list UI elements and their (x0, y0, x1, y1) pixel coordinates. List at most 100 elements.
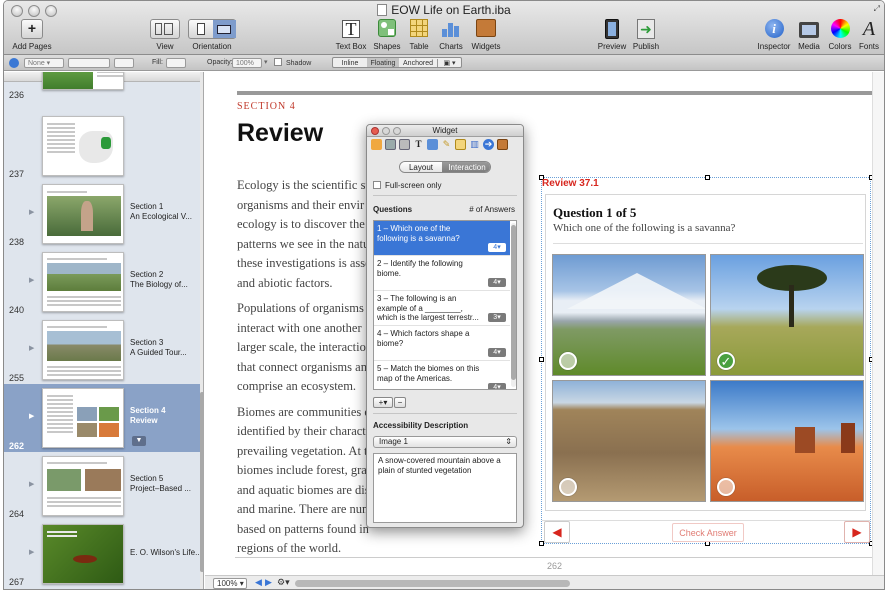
opacity-field[interactable]: 100% (232, 58, 262, 68)
page-thumbnail-row[interactable]: 237 (4, 112, 200, 180)
tab-interaction[interactable]: Interaction (442, 162, 490, 172)
stroke-color-well[interactable] (114, 58, 134, 68)
disclosure-triangle-icon[interactable]: ▶ (29, 548, 34, 556)
question-list-item[interactable]: 1 – Which one of the following is a savan… (374, 221, 510, 256)
stroke-width-select[interactable] (68, 58, 110, 68)
metrics-inspector-icon[interactable]: ✎ (441, 139, 452, 150)
body-text[interactable]: Ecology is the scientific st organisms an… (237, 176, 387, 565)
page-thumbnail-row[interactable]: ▶ Section 2 The Biology of... 240 (4, 248, 200, 316)
fullscreen-checkbox[interactable]: Full-screen only (373, 181, 441, 190)
answer-image-savanna[interactable]: ✓ (710, 254, 864, 376)
publish-button[interactable]: ➜ Publish (630, 19, 662, 51)
graphic-inspector-icon[interactable] (427, 139, 438, 150)
gear-icon[interactable]: ⚙▾ (277, 577, 290, 588)
page-thumbnail-row[interactable]: ▶ E. O. Wilson's Life... 267 (4, 520, 202, 588)
opacity-stepper-icon[interactable]: ▾ (264, 58, 268, 68)
layout-inspector-icon[interactable] (385, 139, 396, 150)
question-list-item[interactable]: 5 – Match the biomes on this map of the A… (374, 361, 510, 389)
answer-count-select[interactable]: 3▾ (488, 313, 506, 322)
style-icon[interactable] (9, 58, 19, 68)
next-question-button[interactable]: ▶ (844, 521, 870, 543)
question-list-item[interactable]: 3 – The following is an example of a ____… (374, 291, 510, 326)
remove-question-button[interactable]: − (394, 397, 406, 408)
disclosure-triangle-icon[interactable]: ▶ (29, 412, 34, 420)
resize-handle[interactable] (539, 357, 544, 362)
question-list-item[interactable]: 2 – Identify the following biome. 4▾ (374, 256, 510, 291)
answer-count-select[interactable]: 4▾ (488, 278, 506, 287)
next-page-icon[interactable]: ▶ (265, 577, 272, 588)
orientation-button[interactable]: Orientation (187, 19, 237, 51)
disclosure-triangle-icon[interactable]: ▶ (29, 208, 34, 216)
view-button[interactable]: View (148, 19, 182, 51)
answer-radio[interactable] (717, 478, 735, 496)
page-thumbnail-row[interactable]: ▶ Section 1 An Ecological V... 238 (4, 180, 200, 248)
anchored-segment[interactable]: Anchored (400, 59, 436, 67)
inspector-button[interactable]: i Inspector (756, 19, 792, 51)
document-inspector-icon[interactable] (371, 139, 382, 150)
add-pages-button[interactable]: + Add Pages (10, 19, 54, 51)
disclosure-triangle-icon[interactable]: ▶ (29, 480, 34, 488)
vertical-scrollbar[interactable] (872, 72, 884, 575)
minimize-inspector-button[interactable] (382, 127, 390, 135)
table-button[interactable]: Table (406, 19, 432, 51)
answer-image-tundra[interactable] (552, 380, 706, 502)
chevron-down-icon[interactable]: ▼ (132, 436, 146, 446)
answer-count-select[interactable]: 4▾ (488, 348, 506, 357)
charts-button[interactable]: Charts (436, 19, 466, 51)
answer-image-mountain[interactable] (552, 254, 706, 376)
publish-icon: ➜ (637, 19, 655, 39)
page-thumbnail-row[interactable]: Introduction to Eco... 236 (4, 72, 200, 112)
answer-image-desert[interactable] (710, 380, 864, 502)
page-thumbnail-row[interactable]: ▶ Section 3A Guided Tour... 255 (4, 316, 200, 384)
text-box-button[interactable]: T Text Box (334, 19, 368, 51)
shadow-checkbox[interactable]: Shadow (274, 58, 311, 68)
answer-count-select[interactable]: 4▾ (488, 383, 506, 389)
scrollbar-thumb[interactable] (200, 392, 203, 572)
fullscreen-icon[interactable]: ⤢ (874, 4, 880, 14)
shapes-button[interactable]: Shapes (372, 19, 402, 51)
answer-count-select[interactable]: 4▾ (488, 243, 506, 252)
fonts-button[interactable]: A Fonts (856, 19, 882, 52)
zoom-select[interactable]: 100% ▾ (213, 578, 247, 589)
previous-question-button[interactable]: ◀ (544, 521, 570, 543)
media-button[interactable]: Media (796, 19, 822, 51)
wrap-inspector-icon[interactable] (399, 139, 410, 150)
wrap-options-icon[interactable]: ▣ ▾ (437, 59, 461, 67)
previous-page-icon[interactable]: ◀ (255, 577, 262, 588)
shapes-icon (378, 19, 396, 37)
page-footer-rule (235, 557, 875, 558)
check-icon[interactable]: ✓ (717, 352, 735, 370)
disclosure-triangle-icon[interactable]: ▶ (29, 344, 34, 352)
stroke-style-select[interactable]: None ▾ (24, 58, 64, 68)
accessibility-description-field[interactable]: A snow-covered mountain above a plain of… (373, 453, 517, 523)
page-thumbnail-row-selected[interactable]: ▶ Section 4 Review ▼ 262 (4, 384, 200, 452)
close-inspector-button[interactable] (371, 127, 379, 135)
question-item-text: 5 – Match the biomes on this (377, 364, 480, 373)
resize-handle[interactable] (705, 175, 710, 180)
horizontal-scrollbar-thumb[interactable] (295, 580, 570, 587)
fill-color-well[interactable] (166, 58, 186, 68)
page-thumbnail-row[interactable]: ▶ Section 5 Project–Based ... 264 (4, 452, 200, 520)
text-inspector-icon[interactable]: T (413, 139, 424, 150)
inline-segment[interactable]: Inline (333, 59, 367, 67)
questions-scrollbar[interactable] (511, 223, 516, 387)
preview-button[interactable]: Preview (597, 19, 627, 51)
chart-inspector-icon[interactable]: ▥ (469, 139, 480, 150)
image-select[interactable]: Image 1 ⇕ (373, 436, 517, 448)
tab-layout[interactable]: Layout (400, 162, 442, 172)
widget-inspector-icon[interactable] (497, 139, 508, 150)
answer-radio[interactable] (559, 352, 577, 370)
question-divider (553, 243, 863, 244)
colors-button[interactable]: Colors (826, 19, 854, 51)
check-answer-button[interactable]: Check Answer (672, 523, 744, 542)
add-question-button[interactable]: +▾ (373, 397, 393, 408)
sidebar-scrollbar[interactable] (200, 72, 203, 589)
question-list-item[interactable]: 4 – Which factors shape a biome? 4▾ (374, 326, 510, 361)
disclosure-triangle-icon[interactable]: ▶ (29, 276, 34, 284)
floating-segment[interactable]: Floating (367, 58, 399, 67)
answer-radio[interactable] (559, 478, 577, 496)
link-inspector-icon[interactable]: ➔ (483, 139, 494, 150)
table-inspector-icon[interactable] (455, 139, 466, 150)
widgets-button[interactable]: Widgets (470, 19, 502, 51)
zoom-inspector-button[interactable] (393, 127, 401, 135)
